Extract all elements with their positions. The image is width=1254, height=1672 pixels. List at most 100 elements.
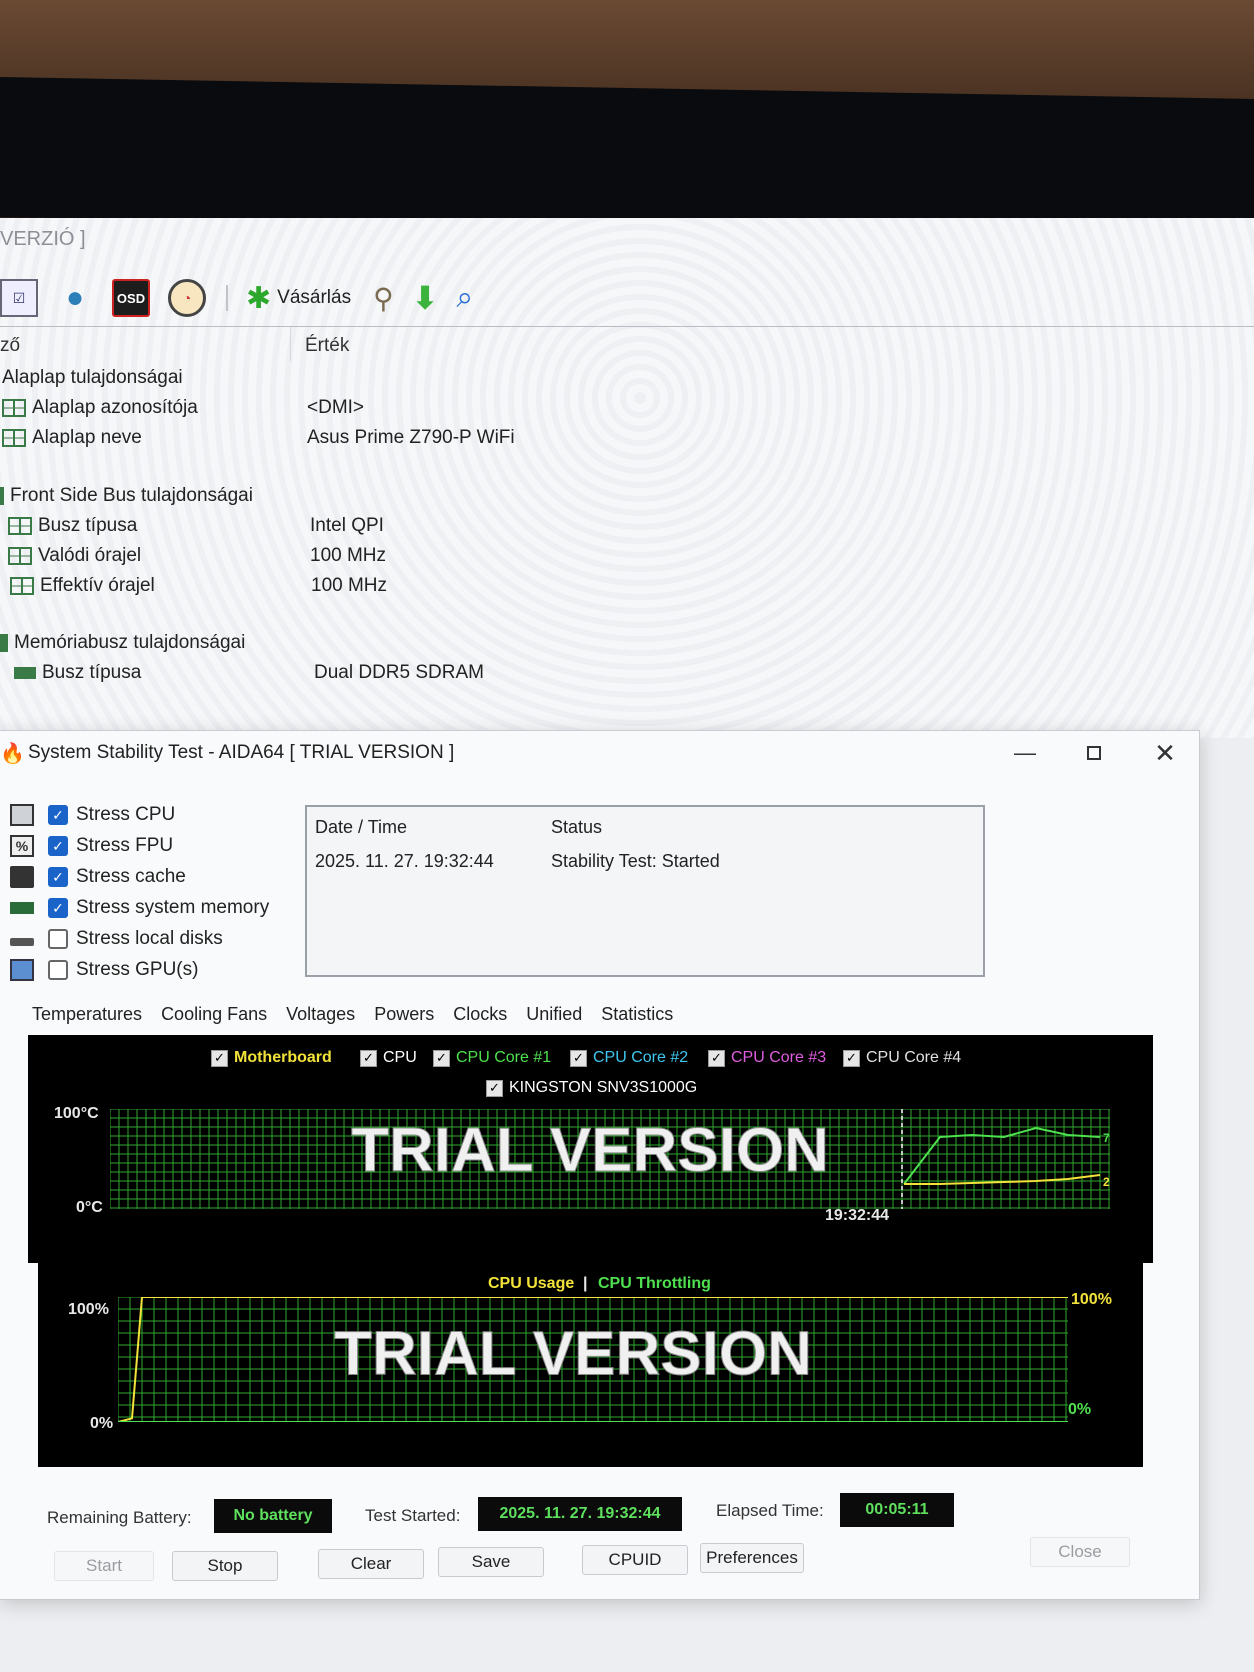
temp-time-label: 19:32:44	[825, 1207, 890, 1224]
temp-y-max-label: 100°C	[54, 1105, 99, 1122]
cpu-chip-icon	[10, 804, 34, 826]
save-button[interactable]: Save	[438, 1547, 544, 1577]
memory-group-icon	[0, 634, 8, 652]
legend-label: CPU Core #4	[866, 1049, 962, 1066]
battery-label: Remaining Battery:	[47, 1508, 192, 1527]
tab-temperatures[interactable]: Temperatures	[32, 1004, 142, 1025]
stability-test-dialog: 🔥 System Stability Test - AIDA64 [ TRIAL…	[0, 730, 1200, 1600]
list-item[interactable]: Alaplap neve Asus Prime Z790-P WiFi	[0, 423, 1254, 453]
test-started-value: 2025. 11. 27. 19:32:44	[478, 1497, 682, 1531]
buy-label: Vásárlás	[277, 287, 352, 308]
tools-icon[interactable]: ⚲	[373, 282, 394, 315]
cpu-usage-plot: TRIAL VERSION	[118, 1297, 1068, 1422]
minimize-button[interactable]: —	[1005, 739, 1045, 767]
elapsed-time-value: 00:05:11	[840, 1493, 954, 1527]
usage-y-min-right: 0%	[1068, 1401, 1092, 1418]
maximize-button[interactable]	[1074, 739, 1114, 767]
start-button[interactable]: Start	[54, 1551, 154, 1581]
temperature-graph: ✓ Motherboard ✓ CPU ✓ CPU Core #1 ✓ CPU …	[28, 1035, 1153, 1263]
tab-statistics[interactable]: Statistics	[601, 1004, 673, 1025]
stress-disks-option[interactable]: Stress local disks	[10, 925, 223, 953]
tab-unified[interactable]: Unified	[526, 1004, 582, 1025]
main-window-title: VERZIÓ ]	[0, 228, 86, 250]
buy-star-icon: ✱	[246, 281, 272, 315]
report-icon[interactable]: ☑	[0, 279, 38, 317]
user-icon[interactable]: ●	[56, 279, 94, 317]
stress-cache-option[interactable]: ✓ Stress cache	[10, 863, 186, 891]
log-header-date: Date / Time	[315, 817, 408, 837]
stress-disks-label: Stress local disks	[76, 928, 223, 949]
flame-icon: 🔥	[0, 743, 25, 765]
legend-label: CPU Core #1	[456, 1049, 552, 1066]
close-window-button[interactable]: ✕	[1145, 738, 1185, 768]
stress-gpu-checkbox[interactable]	[48, 960, 68, 980]
download-icon[interactable]: ⬇	[412, 279, 439, 317]
temp-y-min-label: 0°C	[76, 1199, 103, 1216]
item-key: Valódi órajel	[38, 545, 142, 566]
legend-motherboard[interactable]: ✓ Motherboard	[211, 1049, 332, 1067]
legend-cpu-core-2[interactable]: ✓ CPU Core #2	[570, 1049, 688, 1067]
legend-checkbox[interactable]: ✓	[433, 1049, 450, 1067]
stress-cache-checkbox[interactable]: ✓	[48, 867, 68, 887]
search-icon[interactable]: ⌕	[456, 281, 473, 315]
list-header: ző Érték	[0, 326, 1254, 361]
preferences-button[interactable]: Preferences	[700, 1543, 804, 1573]
legend-checkbox[interactable]: ✓	[211, 1049, 228, 1067]
stress-disks-checkbox[interactable]	[48, 929, 68, 949]
legend-cpu-core-4[interactable]: ✓ CPU Core #4	[843, 1049, 961, 1067]
header-field[interactable]: ző	[0, 335, 20, 357]
cpuid-button[interactable]: CPUID	[582, 1545, 688, 1575]
legend-cpu-core-3[interactable]: ✓ CPU Core #3	[708, 1049, 826, 1067]
legend-cpu[interactable]: ✓ CPU	[360, 1049, 417, 1067]
buy-button[interactable]: ✱ Vásárlás	[246, 281, 351, 316]
stop-button[interactable]: Stop	[172, 1551, 278, 1581]
list-item[interactable]: Busz típusa Intel QPI	[0, 511, 1254, 541]
gauge-icon[interactable]: ◔	[168, 279, 206, 317]
temperature-plot: TRIAL VERSION7281742534	[110, 1109, 1110, 1209]
legend-kingston-ssd[interactable]: ✓ KINGSTON SNV3S1000G	[486, 1079, 697, 1097]
legend-checkbox[interactable]: ✓	[570, 1049, 587, 1067]
stress-cache-label: Stress cache	[76, 866, 186, 887]
tab-powers[interactable]: Powers	[374, 1004, 434, 1025]
stress-fpu-checkbox[interactable]: ✓	[48, 836, 68, 856]
usage-y-max-right: 100%	[1071, 1291, 1112, 1308]
tab-voltages[interactable]: Voltages	[286, 1004, 355, 1025]
legend-checkbox[interactable]: ✓	[360, 1049, 377, 1067]
cpu-throttling-title: CPU Throttling	[598, 1275, 711, 1292]
close-button[interactable]: Close	[1030, 1537, 1130, 1567]
legend-cpu-core-1[interactable]: ✓ CPU Core #1	[433, 1049, 551, 1067]
stress-gpu-option[interactable]: Stress GPU(s)	[10, 956, 198, 984]
usage-y-min-left: 0%	[90, 1415, 114, 1432]
stress-memory-label: Stress system memory	[76, 897, 270, 918]
stress-fpu-option[interactable]: % ✓ Stress FPU	[10, 832, 173, 860]
toolbar-separator	[226, 285, 228, 311]
battery-value: No battery	[214, 1499, 332, 1533]
tab-cooling-fans[interactable]: Cooling Fans	[161, 1004, 267, 1025]
stress-gpu-label: Stress GPU(s)	[76, 959, 199, 980]
temp-value-label: 72	[1103, 1131, 1110, 1145]
stress-cpu-checkbox[interactable]: ✓	[48, 805, 68, 825]
list-item[interactable]: Busz típusa Dual DDR5 SDRAM	[0, 658, 1254, 688]
board-icon	[2, 429, 26, 447]
list-item[interactable]: Effektív órajel 100 MHz	[0, 571, 1254, 601]
osd-icon[interactable]: OSD	[112, 279, 150, 317]
trial-watermark: TRIAL VERSION	[351, 1116, 829, 1185]
stress-memory-checkbox[interactable]: ✓	[48, 898, 68, 918]
dialog-title: System Stability Test - AIDA64 [ TRIAL V…	[28, 742, 455, 763]
list-item[interactable]: Alaplap azonosítója <DMI>	[0, 393, 1254, 423]
stress-cpu-option[interactable]: ✓ Stress CPU	[10, 801, 175, 829]
dialog-titlebar[interactable]: 🔥 System Stability Test - AIDA64 [ TRIAL…	[0, 731, 1200, 775]
list-item[interactable]: Valódi órajel 100 MHz	[0, 541, 1254, 571]
clear-button[interactable]: Clear	[318, 1549, 424, 1579]
stress-memory-option[interactable]: ✓ Stress system memory	[10, 894, 269, 922]
usage-y-max-left: 100%	[68, 1301, 109, 1318]
tab-clocks[interactable]: Clocks	[453, 1004, 507, 1025]
legend-checkbox[interactable]: ✓	[486, 1079, 503, 1097]
legend-label: KINGSTON SNV3S1000G	[509, 1079, 698, 1096]
status-log[interactable]: Date / Time Status 2025. 11. 27. 19:32:4…	[305, 805, 985, 977]
header-value[interactable]: Érték	[305, 335, 349, 357]
item-value: 100 MHz	[310, 545, 387, 566]
group-title: Memóriabusz tulajdonságai	[14, 632, 246, 653]
legend-checkbox[interactable]: ✓	[708, 1049, 725, 1067]
legend-checkbox[interactable]: ✓	[843, 1049, 860, 1067]
